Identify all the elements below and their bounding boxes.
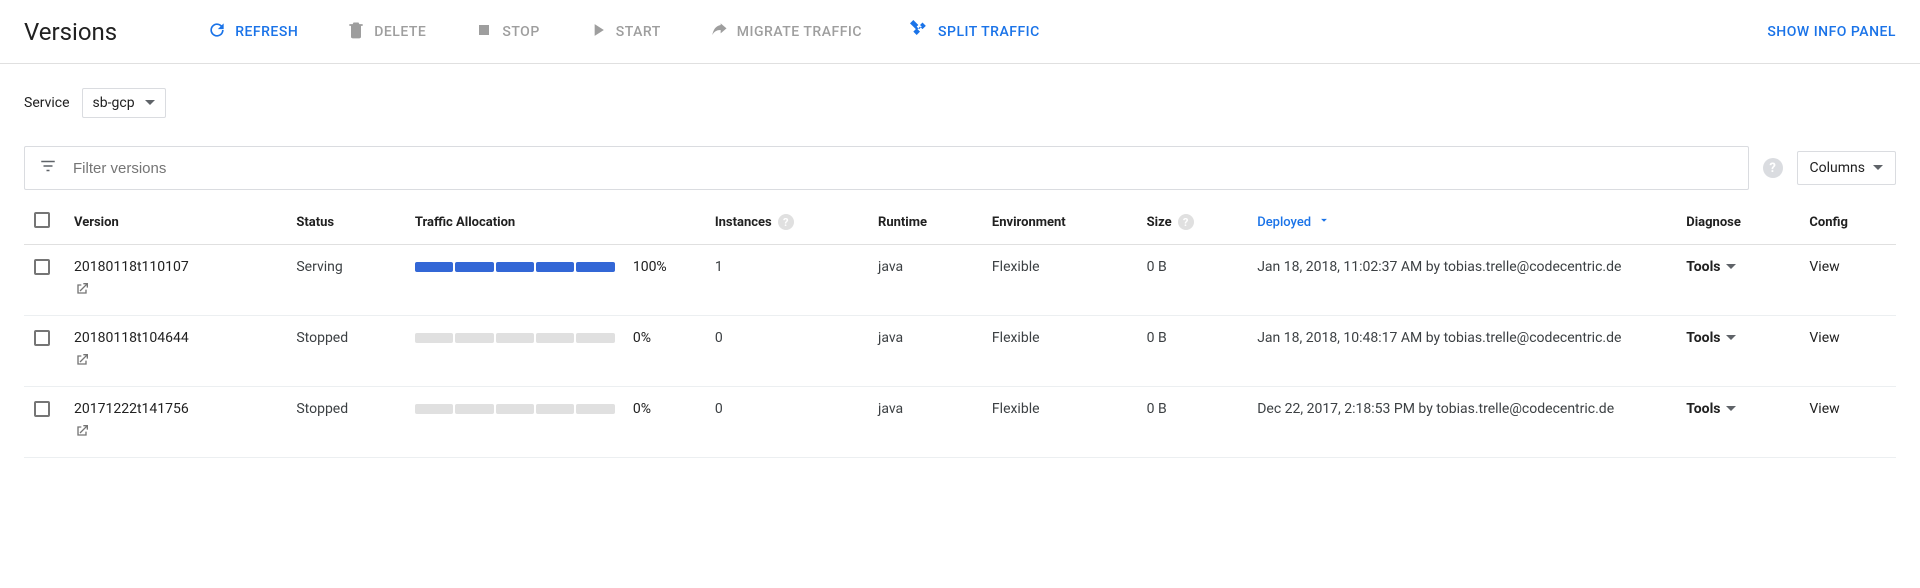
chevron-down-icon <box>1726 264 1736 274</box>
refresh-label: REFRESH <box>235 24 298 40</box>
chevron-down-icon <box>145 100 155 110</box>
traffic-bar <box>415 404 615 414</box>
view-link[interactable]: View <box>1809 330 1839 346</box>
help-icon[interactable]: ? <box>1763 158 1783 178</box>
columns-label: Columns <box>1810 160 1865 176</box>
col-deployed-label: Deployed <box>1257 215 1311 230</box>
start-label: START <box>616 24 661 40</box>
deployed-cell: Jan 18, 2018, 10:48:17 AM by tobias.trel… <box>1247 316 1676 387</box>
environment-cell: Flexible <box>982 316 1137 387</box>
delete-button[interactable]: DELETE <box>336 12 436 52</box>
trash-icon <box>346 20 366 44</box>
stop-label: STOP <box>502 24 539 40</box>
row-checkbox[interactable] <box>34 330 50 346</box>
col-size-label: Size <box>1147 215 1172 230</box>
toolbar: Versions REFRESH DELETE STOP START MIGRA… <box>0 0 1920 64</box>
stop-button[interactable]: STOP <box>464 12 549 52</box>
sort-desc-icon <box>1317 213 1331 231</box>
page-title: Versions <box>24 18 117 46</box>
col-traffic[interactable]: Traffic Allocation <box>405 200 705 245</box>
traffic-bar <box>415 333 615 343</box>
service-selector-row: Service sb-gcp <box>24 88 1896 118</box>
service-selected: sb-gcp <box>93 95 135 111</box>
col-status[interactable]: Status <box>286 200 404 245</box>
service-dropdown[interactable]: sb-gcp <box>82 88 166 118</box>
split-traffic-button[interactable]: SPLIT TRAFFIC <box>900 12 1050 52</box>
col-instances[interactable]: Instances ? <box>705 200 868 245</box>
view-link[interactable]: View <box>1809 259 1839 275</box>
instances-cell[interactable]: 0 <box>705 387 868 458</box>
share-arrow-icon <box>709 20 729 44</box>
chevron-down-icon <box>1726 335 1736 345</box>
deployed-cell: Jan 18, 2018, 11:02:37 AM by tobias.trel… <box>1247 245 1676 316</box>
traffic-percent: 0% <box>633 330 677 346</box>
col-deployed[interactable]: Deployed <box>1247 200 1676 245</box>
start-button[interactable]: START <box>578 12 671 52</box>
instances-cell[interactable]: 1 <box>705 245 868 316</box>
service-label: Service <box>24 95 70 111</box>
environment-cell: Flexible <box>982 387 1137 458</box>
table-row: 20171222t141756 Stopped 0% 0javaFlexible0 B… <box>24 387 1896 458</box>
columns-dropdown[interactable]: Columns <box>1797 151 1896 185</box>
traffic-bar <box>415 262 615 272</box>
help-icon[interactable]: ? <box>1178 214 1194 230</box>
refresh-icon <box>207 20 227 44</box>
external-link-icon[interactable] <box>74 423 276 443</box>
stop-icon <box>474 20 494 44</box>
col-config[interactable]: Config <box>1799 200 1896 245</box>
tools-dropdown[interactable]: Tools <box>1686 330 1736 346</box>
version-id[interactable]: 20180118t104644 <box>74 330 276 346</box>
col-diagnose[interactable]: Diagnose <box>1676 200 1799 245</box>
col-version[interactable]: Version <box>64 200 286 245</box>
size-cell: 0 B <box>1137 387 1248 458</box>
delete-label: DELETE <box>374 24 426 40</box>
migrate-traffic-button[interactable]: MIGRATE TRAFFIC <box>699 12 872 52</box>
size-cell: 0 B <box>1137 245 1248 316</box>
split-icon <box>910 20 930 44</box>
row-checkbox[interactable] <box>34 259 50 275</box>
show-info-panel-button[interactable]: SHOW INFO PANEL <box>1767 24 1896 40</box>
traffic-percent: 100% <box>633 259 677 275</box>
col-environment[interactable]: Environment <box>982 200 1137 245</box>
tools-dropdown[interactable]: Tools <box>1686 259 1736 275</box>
col-instances-label: Instances <box>715 215 772 230</box>
chevron-down-icon <box>1726 406 1736 416</box>
table-row: 20180118t110107 Serving 100% 1javaFlexible0… <box>24 245 1896 316</box>
external-link-icon[interactable] <box>74 352 276 372</box>
col-size[interactable]: Size ? <box>1137 200 1248 245</box>
version-id[interactable]: 20180118t110107 <box>74 259 276 275</box>
traffic-percent: 0% <box>633 401 677 417</box>
tools-dropdown[interactable]: Tools <box>1686 401 1736 417</box>
chevron-down-icon <box>1873 165 1883 175</box>
table-row: 20180118t104644 Stopped 0% 0javaFlexible0 B… <box>24 316 1896 387</box>
view-link[interactable]: View <box>1809 401 1839 417</box>
play-icon <box>588 20 608 44</box>
version-id[interactable]: 20171222t141756 <box>74 401 276 417</box>
runtime-cell: java <box>868 387 982 458</box>
row-checkbox[interactable] <box>34 401 50 417</box>
environment-cell: Flexible <box>982 245 1137 316</box>
filter-box <box>24 146 1749 190</box>
status-cell: Serving <box>286 245 404 316</box>
migrate-label: MIGRATE TRAFFIC <box>737 24 862 40</box>
status-cell: Stopped <box>286 316 404 387</box>
deployed-cell: Dec 22, 2017, 2:18:53 PM by tobias.trell… <box>1247 387 1676 458</box>
col-runtime[interactable]: Runtime <box>868 200 982 245</box>
external-link-icon[interactable] <box>74 281 276 301</box>
runtime-cell: java <box>868 245 982 316</box>
split-label: SPLIT TRAFFIC <box>938 24 1040 40</box>
runtime-cell: java <box>868 316 982 387</box>
size-cell: 0 B <box>1137 316 1248 387</box>
select-all-checkbox[interactable] <box>34 212 50 228</box>
versions-table: Version Status Traffic Allocation Instan… <box>24 200 1896 458</box>
help-icon[interactable]: ? <box>778 214 794 230</box>
refresh-button[interactable]: REFRESH <box>197 12 308 52</box>
filter-input[interactable] <box>71 159 1734 178</box>
filter-icon <box>39 157 57 179</box>
status-cell: Stopped <box>286 387 404 458</box>
instances-cell[interactable]: 0 <box>705 316 868 387</box>
